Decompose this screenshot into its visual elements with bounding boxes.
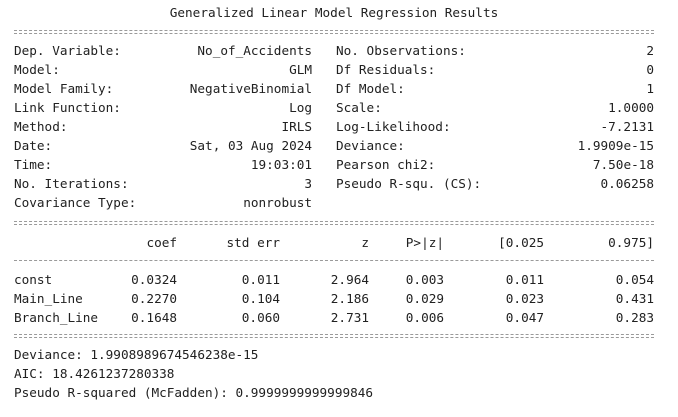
info-row: Link Function: Log Scale: 1.0000 [14,98,654,117]
info-right-value: 1 [646,81,654,96]
info-right-label: Pseudo R-squ. (CS): [336,176,482,191]
info-row: Method: IRLS Log-Likelihood: -7.2131 [14,117,654,136]
coef-cell: 0.1648 [131,310,177,325]
info-left-label: Model: [14,62,60,77]
info-left-value: No_of_Accidents [197,43,312,58]
footer-pseudo-r2: Pseudo R-squared (McFadden): 0.999999999… [14,385,374,400]
info-right-label: Pearson chi2: [336,157,436,172]
coef-cell: 0.023 [505,291,544,306]
info-left-label: Time: [14,157,53,172]
info-left-value: Log [289,100,312,115]
coef-header-row: coef std err z P>|z| [0.025 0.975] [14,233,654,252]
info-left-label: Covariance Type: [14,195,137,210]
info-row: Covariance Type: nonrobust [14,193,654,212]
info-left-value: nonrobust [243,195,312,210]
info-right-label: Scale: [336,100,382,115]
info-right-value: 1.9909e-15 [577,138,654,153]
info-right-value: 0 [646,62,654,77]
footer-deviance: Deviance: 1.9908989674546238e-15 [14,347,259,362]
top-double-rule [14,30,654,34]
info-left-value: NegativeBinomial [189,81,312,96]
coef-cell: 0.2270 [131,291,177,306]
coef-cell: 0.054 [615,272,654,287]
header-z: z [361,235,369,250]
info-left-label: Model Family: [14,81,114,96]
info-row: Date: Sat, 03 Aug 2024 Deviance: 1.9909e-15 [14,136,654,155]
info-right-label: Log-Likelihood: [336,119,451,134]
coef-cell: 0.029 [405,291,444,306]
coef-cell: 0.0324 [131,272,177,287]
coef-cell: 0.047 [505,310,544,325]
bottom-double-rule [14,334,654,338]
coef-variable-name: Branch_Line [14,310,99,325]
info-right-value: -7.2131 [600,119,654,134]
header-ci-lower: [0.025 [498,235,544,250]
coef-row: Branch_Line 0.1648 0.060 2.731 0.006 0.047 0.2… [14,308,654,327]
coef-row: Main_Line 0.2270 0.104 2.186 0.029 0.023 0.431 [14,289,654,308]
info-left-label: No. Iterations: [14,176,129,191]
info-right-label: Df Model: [336,81,405,96]
header-coef: coef [146,235,177,250]
coef-cell: 2.964 [330,272,369,287]
info-right-label: Df Residuals: [336,62,436,77]
header-p-value: P>|z| [405,235,444,250]
info-right-value: 2 [646,43,654,58]
info-row: Model Family: NegativeBinomial Df Model: 1 [14,79,654,98]
coef-cell: 0.104 [241,291,280,306]
coef-cell: 0.006 [405,310,444,325]
info-left-value: GLM [289,62,312,77]
coef-variable-name: const [14,272,53,287]
info-right-value: 0.06258 [600,176,654,191]
coef-variable-name: Main_Line [14,291,83,306]
info-right-value: 1.0000 [608,100,654,115]
coef-cell: 2.731 [330,310,369,325]
info-left-label: Dep. Variable: [14,43,121,58]
info-left-value: Sat, 03 Aug 2024 [189,138,312,153]
info-right-label: Deviance: [336,138,405,153]
info-left-value: 3 [304,176,312,191]
coef-header-rule [14,260,654,261]
header-std-err: std err [226,235,280,250]
middle-double-rule [14,221,654,225]
info-row: Time: 19:03:01 Pearson chi2: 7.50e-18 [14,155,654,174]
info-left-value: 19:03:01 [250,157,312,172]
info-left-label: Link Function: [14,100,121,115]
coef-cell: 0.003 [405,272,444,287]
info-left-value: IRLS [281,119,312,134]
coef-cell: 0.431 [615,291,654,306]
coef-cell: 2.186 [330,291,369,306]
info-left-label: Method: [14,119,68,134]
header-ci-upper: 0.975] [608,235,654,250]
info-row: Model: GLM Df Residuals: 0 [14,60,654,79]
footer-aic: AIC: 18.4261237280338 [14,366,175,381]
coef-row: const 0.0324 0.011 2.964 0.003 0.011 0.054 [14,270,654,289]
info-left-label: Date: [14,138,53,153]
coef-cell: 0.011 [505,272,544,287]
info-row: Dep. Variable: No_of_Accidents No. Observa… [14,41,654,60]
info-right-label: No. Observations: [336,43,466,58]
summary-title: Generalized Linear Model Regression Resu… [169,5,499,20]
info-row: No. Iterations: 3 Pseudo R-squ. (CS): 0.062… [14,174,654,193]
coef-cell: 0.011 [241,272,280,287]
coef-cell: 0.060 [241,310,280,325]
coef-cell: 0.283 [615,310,654,325]
info-right-value: 7.50e-18 [592,157,654,172]
